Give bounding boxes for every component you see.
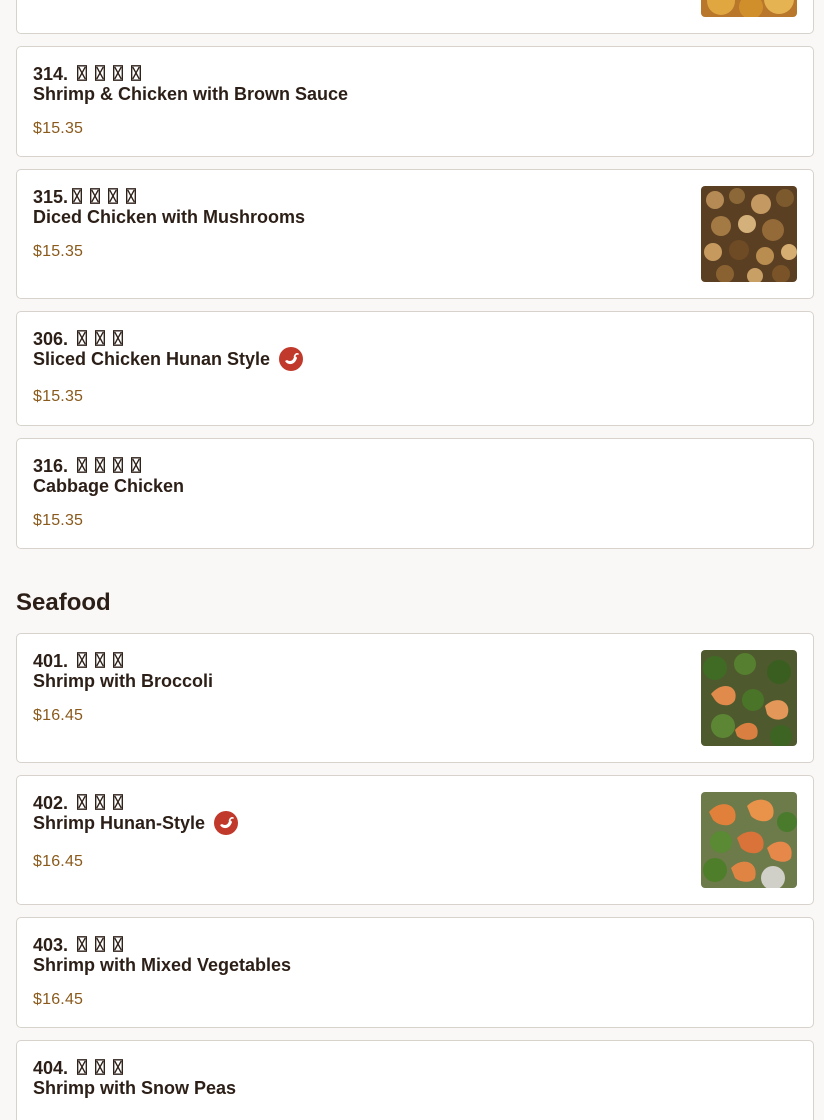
item-price: $15.35 — [33, 243, 84, 260]
item-name-text: Shrimp Hunan-Style — [33, 813, 206, 833]
menu-item-card[interactable]: 314. 〿〿〿〿 Shrimp & Chicken with Brown Sa… — [16, 46, 814, 157]
menu-item-card[interactable]: 401. 〿〿〿 Shrimp with Broccoli $16.45 — [16, 633, 814, 763]
item-english-name: Cabbage Chicken — [33, 475, 184, 497]
menu-item-card[interactable]: 404. 〿〿〿 Shrimp with Snow Peas — [16, 1040, 814, 1120]
item-price: $16.45 — [33, 991, 84, 1008]
item-chinese-name: 314. 〿〿〿〿 — [33, 64, 146, 84]
food-photo — [701, 0, 797, 17]
item-chinese-name: 315.〿〿〿〿 — [33, 187, 141, 207]
menu-item-card-cutoff[interactable] — [16, 0, 814, 34]
item-english-name: Shrimp with Mixed Vegetables — [33, 954, 291, 976]
item-english-name: Diced Chicken with Mushrooms — [33, 206, 305, 228]
item-english-name: Shrimp & Chicken with Brown Sauce — [33, 83, 348, 105]
diced-chicken-mushrooms-photo — [701, 186, 797, 282]
item-name-text: Cabbage Chicken — [33, 476, 185, 496]
item-english-name: Shrimp with Snow Peas — [33, 1077, 236, 1099]
item-chinese-name: 403. 〿〿〿 — [33, 935, 128, 955]
item-price: $16.45 — [33, 707, 84, 724]
menu-item-card[interactable]: 315.〿〿〿〿 Diced Chicken with Mushrooms $1… — [16, 169, 814, 299]
menu-item-card[interactable]: 306. 〿〿〿 Sliced Chicken Hunan Style $15.… — [16, 311, 814, 426]
menu-item-card[interactable]: 403. 〿〿〿 Shrimp with Mixed Vegetables $1… — [16, 917, 814, 1028]
item-price: $15.35 — [33, 512, 84, 529]
item-chinese-name: 316. 〿〿〿〿 — [33, 456, 146, 476]
item-name-text: Shrimp with Mixed Vegetables — [33, 955, 292, 975]
item-price: $15.35 — [33, 388, 84, 405]
item-name-text: Shrimp with Snow Peas — [33, 1078, 237, 1098]
shrimp-hunan-photo — [701, 792, 797, 888]
item-price: $15.35 — [33, 120, 84, 137]
item-name-text: Shrimp with Broccoli — [33, 671, 214, 691]
chili-pepper-icon — [279, 347, 304, 371]
section-title-seafood: Seafood — [16, 589, 111, 616]
item-name-text: Shrimp & Chicken with Brown Sauce — [33, 84, 349, 104]
item-name-text: Diced Chicken with Mushrooms — [33, 207, 306, 227]
item-english-name: Shrimp Hunan-Style — [33, 811, 239, 835]
chili-pepper-icon — [214, 811, 239, 835]
menu-item-card[interactable]: 316. 〿〿〿〿 Cabbage Chicken $15.35 — [16, 438, 814, 549]
item-english-name: Shrimp with Broccoli — [33, 670, 213, 692]
item-chinese-name: 404. 〿〿〿 — [33, 1058, 128, 1078]
shrimp-broccoli-photo — [701, 650, 797, 746]
item-chinese-name: 401. 〿〿〿 — [33, 651, 128, 671]
item-english-name: Sliced Chicken Hunan Style — [33, 347, 304, 371]
item-price: $16.45 — [33, 853, 84, 870]
menu-item-card[interactable]: 402. 〿〿〿 Shrimp Hunan-Style $16.45 — [16, 775, 814, 905]
item-name-text: Sliced Chicken Hunan Style — [33, 349, 271, 369]
